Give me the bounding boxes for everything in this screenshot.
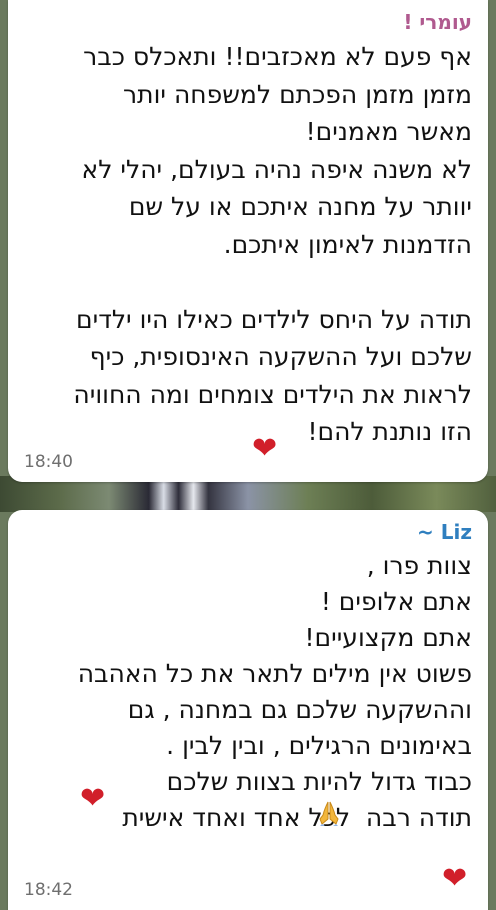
message-time: 18:40 xyxy=(24,452,73,472)
message-bubble[interactable]: ~ Liz צוות פרו , אתם אלופים ! אתם מקצועי… xyxy=(8,510,488,910)
heart-icon: ❤ xyxy=(80,781,106,816)
sender-name[interactable]: ~ Liz xyxy=(24,518,472,546)
heart-icon: ❤ xyxy=(252,431,278,466)
message-bubble[interactable]: עומרי ! אף פעם לא מאכזבים!! ותאכלס כבר מ… xyxy=(8,0,488,482)
praying-hands-icon xyxy=(319,801,339,826)
message-text: אף פעם לא מאכזבים!! ותאכלס כבר מזמן מזמן… xyxy=(73,42,472,446)
message-time: 18:42 xyxy=(24,880,73,900)
sender-name[interactable]: עומרי ! xyxy=(24,8,472,36)
heart-icon: ❤ xyxy=(442,861,468,896)
